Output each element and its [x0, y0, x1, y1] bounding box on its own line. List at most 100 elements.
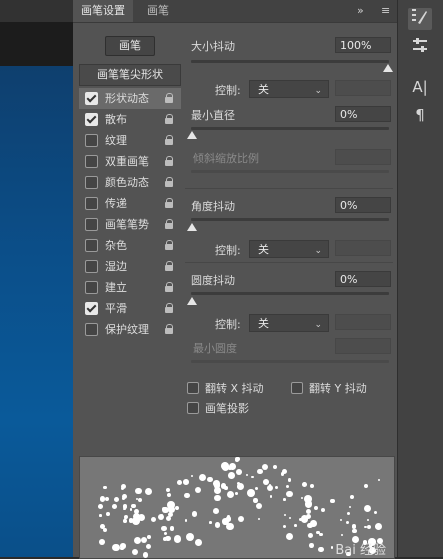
lock-icon[interactable] [165, 219, 174, 229]
checkbox[interactable] [85, 197, 98, 210]
list-item[interactable]: 形状动态 [79, 88, 181, 109]
brush-dab [247, 489, 255, 497]
brush-dab [135, 487, 142, 495]
brush-dab [274, 485, 279, 490]
checkbox[interactable] [85, 302, 98, 315]
checkbox[interactable] [85, 92, 98, 105]
list-item[interactable]: 保护纹理 [79, 319, 181, 340]
brush-dab [214, 494, 221, 501]
list-item-label: 颜色动态 [105, 176, 149, 189]
tab-brush[interactable]: 画笔 [139, 0, 177, 22]
angle-jitter-slider[interactable] [191, 218, 389, 221]
brush-presets-button[interactable]: 画笔 [105, 36, 155, 56]
list-item-label: 传递 [105, 197, 127, 210]
lock-icon[interactable] [165, 135, 174, 145]
checkbox[interactable] [85, 281, 98, 294]
brush-dab [283, 498, 286, 502]
brush-dab [208, 521, 212, 524]
brush-dab [120, 546, 124, 551]
lock-icon[interactable] [165, 93, 174, 103]
brush-dab [310, 520, 318, 527]
size-jitter-slider[interactable] [191, 60, 389, 63]
checkbox[interactable] [85, 323, 98, 336]
collapse-icon[interactable]: » [357, 0, 364, 22]
paragraph-icon[interactable]: ¶ [408, 104, 432, 126]
brush-tip-shape-item[interactable]: 画笔笔尖形状 [79, 64, 181, 86]
lock-icon[interactable] [165, 156, 174, 166]
brush-options-list: 画笔笔尖形状 形状动态 散布 纹理 双重画笔颜色动态传递画笔笔势 杂色湿边建立 平滑 保护纹… [79, 64, 181, 340]
panel-menu-icon[interactable]: ≡ [381, 0, 390, 22]
brush-dab [294, 524, 297, 527]
min-diameter-thumb[interactable] [187, 131, 197, 139]
checkbox-box[interactable] [187, 402, 199, 414]
brush-dab [268, 484, 272, 487]
list-item[interactable]: 传递 [79, 193, 181, 214]
list-item[interactable]: 颜色动态 [79, 172, 181, 193]
angle-control-label: 控制: [215, 244, 241, 257]
lock-icon[interactable] [165, 282, 174, 292]
brush-dab [245, 474, 248, 477]
brush-settings-icon[interactable] [408, 8, 432, 30]
lock-icon[interactable] [165, 240, 174, 250]
brush-dab [112, 543, 120, 552]
brush-dab [121, 487, 125, 491]
checkbox[interactable] [85, 134, 98, 147]
right-tool-dock: A| ¶ [397, 0, 443, 557]
list-item[interactable]: 画笔笔势 [79, 214, 181, 235]
brush-dab [213, 486, 221, 494]
character-icon[interactable]: A| [408, 76, 432, 98]
size-jitter-control-select[interactable]: 关 ⌄ [249, 80, 329, 98]
checkbox[interactable] [85, 239, 98, 252]
brush-dab [304, 500, 313, 508]
lock-icon[interactable] [165, 198, 174, 208]
chevron-down-icon: ⌄ [314, 246, 322, 256]
document-canvas[interactable] [0, 0, 73, 557]
list-item[interactable]: 散布 [79, 109, 181, 130]
brush-dab [186, 533, 194, 542]
checkbox[interactable] [85, 113, 98, 126]
lock-icon[interactable] [165, 303, 174, 313]
brush-dab [285, 532, 293, 541]
list-item[interactable]: 平滑 [79, 298, 181, 319]
roundness-jitter-slider[interactable] [191, 292, 389, 295]
min-diameter-slider[interactable] [191, 127, 389, 130]
lock-icon[interactable] [165, 177, 174, 187]
lock-icon[interactable] [165, 324, 174, 334]
angle-jitter-field[interactable]: 0% [335, 197, 391, 213]
divider [185, 262, 393, 263]
list-item[interactable]: 杂色 [79, 235, 181, 256]
checkbox[interactable] [85, 176, 98, 189]
brush-dab [169, 526, 175, 532]
min-diameter-label: 最小直径 [191, 109, 235, 122]
angle-control-select[interactable]: 关 ⌄ [249, 240, 329, 258]
brush-dab [286, 485, 290, 489]
roundness-jitter-field[interactable]: 0% [335, 271, 391, 287]
size-jitter-control-value: 关 [258, 83, 269, 96]
brush-dab [99, 496, 106, 502]
size-jitter-field[interactable]: 100% [335, 37, 391, 53]
brush-dab [366, 518, 369, 521]
brush-dab [352, 529, 357, 534]
checkbox[interactable] [85, 218, 98, 231]
list-item[interactable]: 纹理 [79, 130, 181, 151]
angle-jitter-thumb[interactable] [187, 223, 197, 231]
adjust-sliders-icon[interactable] [408, 36, 432, 58]
tab-brush-settings[interactable]: 画笔设置 [73, 0, 133, 22]
list-item[interactable]: 双重画笔 [79, 151, 181, 172]
lock-icon[interactable] [165, 114, 174, 124]
brush-dab [300, 496, 304, 499]
list-item-label: 湿边 [105, 260, 127, 273]
roundness-control-select[interactable]: 关 ⌄ [249, 314, 329, 332]
checkbox[interactable] [85, 155, 98, 168]
brush-dab [287, 478, 291, 482]
size-jitter-thumb[interactable] [383, 64, 393, 72]
checkbox-box[interactable] [187, 382, 199, 394]
list-item[interactable]: 建立 [79, 277, 181, 298]
checkbox[interactable] [85, 260, 98, 273]
min-diameter-field[interactable]: 0% [335, 106, 391, 122]
brush-settings-glyph [412, 9, 427, 24]
roundness-jitter-thumb[interactable] [187, 297, 197, 305]
lock-icon[interactable] [165, 261, 174, 271]
checkbox-box[interactable] [291, 382, 303, 394]
list-item[interactable]: 湿边 [79, 256, 181, 277]
